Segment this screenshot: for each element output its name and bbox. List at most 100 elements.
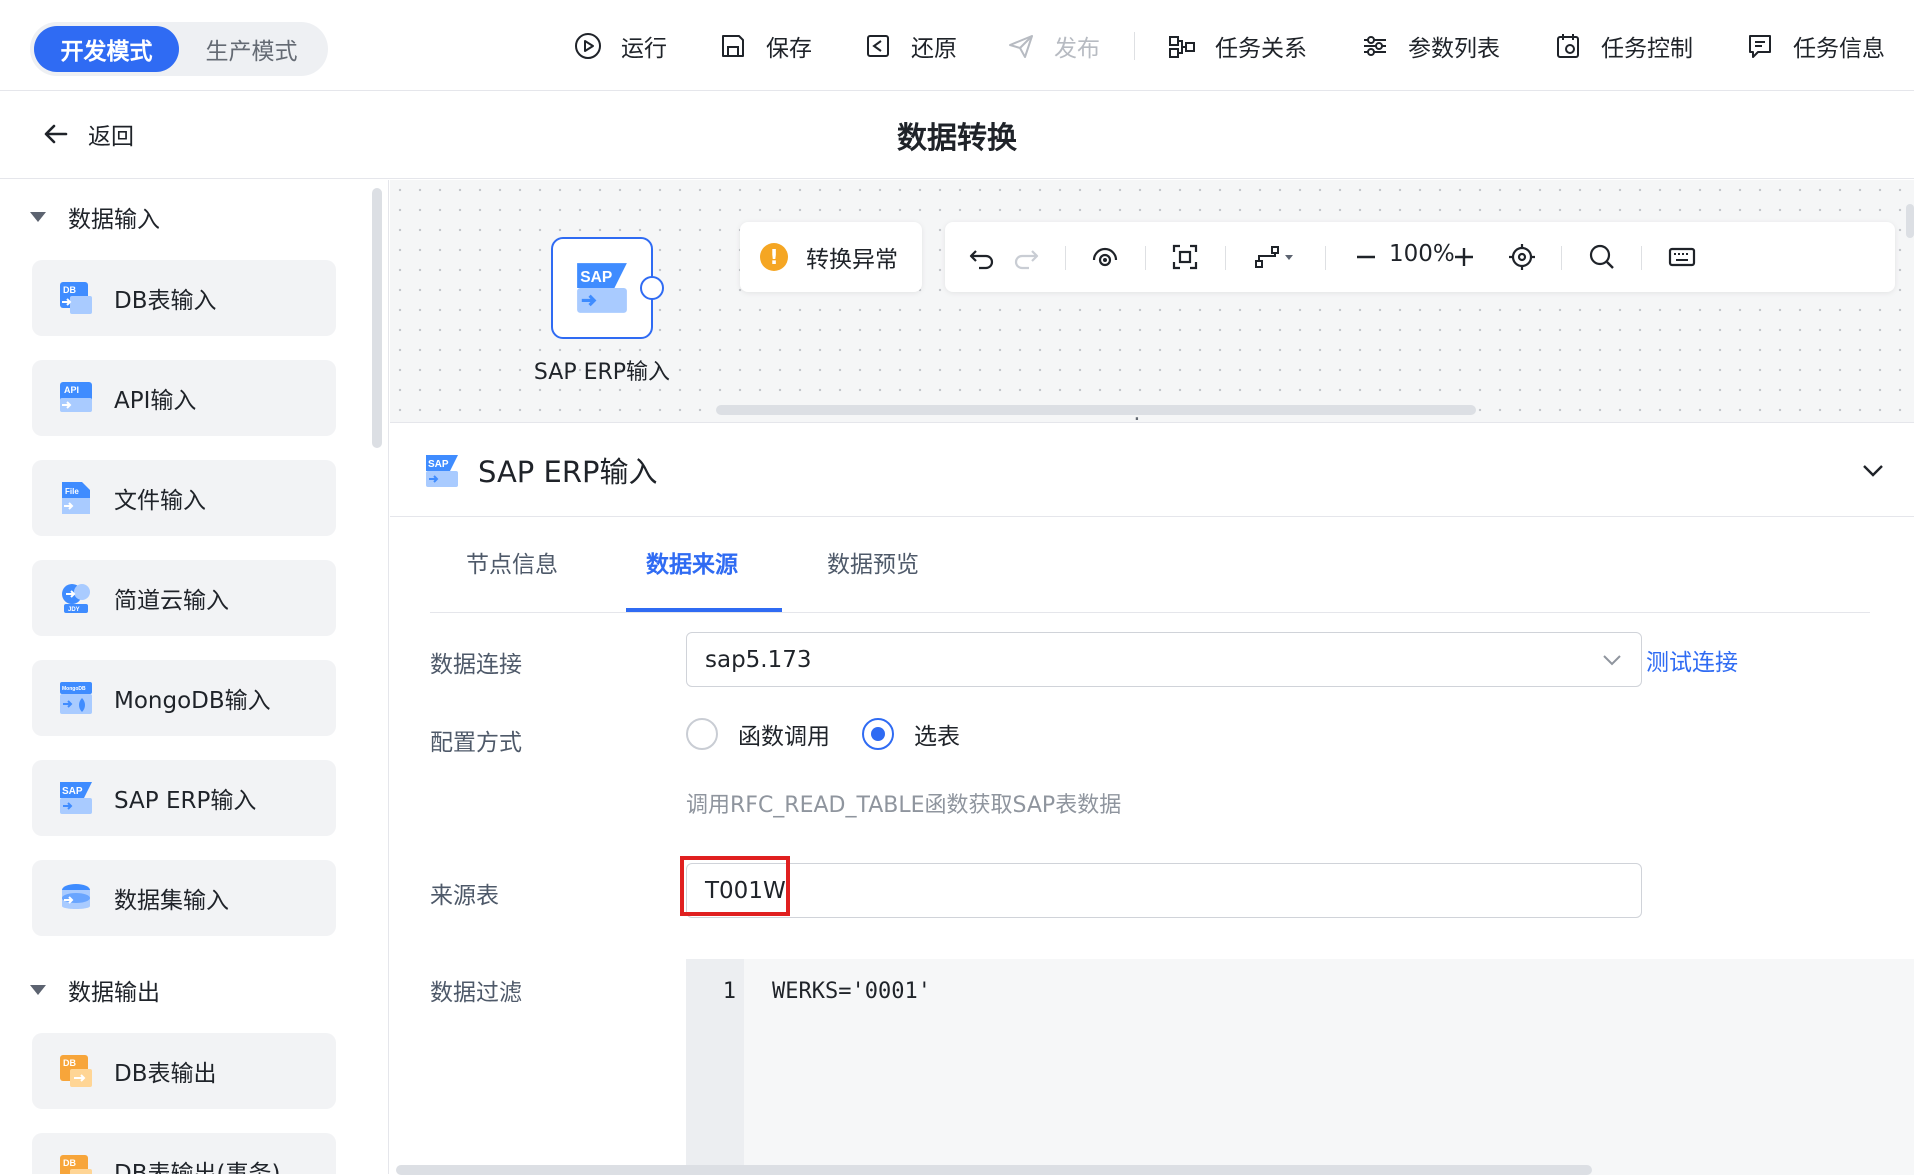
toolbar-divider [1561, 246, 1562, 270]
sidebar-item-label: DB表输入 [114, 288, 217, 314]
toolbar-divider [1325, 246, 1326, 270]
redo-icon[interactable] [1011, 242, 1041, 272]
sidebar-item-db-input[interactable]: DB DB表输入 [32, 260, 336, 336]
chevron-down-icon [1603, 655, 1621, 666]
sidebar-item-mongodb-input[interactable]: MongoDB MongoDB输入 [32, 660, 336, 736]
param-list-button[interactable]: 参数列表 [1360, 26, 1500, 66]
source-table-input[interactable]: T001W [686, 863, 1642, 918]
page-header: 返回 数据转换 [0, 91, 1914, 179]
db-output-icon: DB [60, 1055, 92, 1087]
canvas-vertical-scrollbar[interactable] [1906, 204, 1914, 238]
conversion-error-badge[interactable]: ! 转换异常 [740, 222, 922, 292]
restore-button[interactable]: 还原 [863, 26, 957, 66]
zoom-level: 100% [1389, 241, 1455, 267]
node-label: SAP ERP输入 [533, 360, 671, 385]
mode-switch: 开发模式 生产模式 [30, 22, 328, 76]
play-icon [575, 33, 601, 59]
code-line: WERKS='0001' [772, 979, 931, 1004]
radio-select-table[interactable]: 选表 [862, 717, 960, 751]
group-data-output[interactable]: 数据输出 [30, 973, 160, 1007]
locate-icon[interactable] [1507, 242, 1537, 272]
chevron-down-icon[interactable] [1860, 457, 1886, 483]
sidebar-scrollbar[interactable] [372, 188, 382, 448]
tab-data-source[interactable]: 数据来源 [646, 545, 738, 579]
sidebar-item-label: DB表输出 [114, 1061, 217, 1087]
sidebar-item-sap-input[interactable]: SAP SAP ERP输入 [32, 760, 336, 836]
toolbar-divider [1641, 246, 1642, 270]
keyboard-icon[interactable] [1667, 242, 1697, 272]
sidebar-item-label: 文件输入 [114, 488, 206, 514]
connector-style-icon[interactable] [1253, 242, 1297, 272]
task-control-label: 任务控制 [1601, 36, 1693, 62]
fit-view-icon[interactable] [1170, 242, 1200, 272]
canvas-toolbar: 100% [945, 222, 1895, 292]
cloud-input-icon: JDY [62, 584, 90, 613]
tab-node-info[interactable]: 节点信息 [466, 545, 558, 579]
relation-icon [1169, 36, 1195, 58]
svg-text:MongoDB: MongoDB [62, 686, 86, 692]
task-relation-button[interactable]: 任务关系 [1167, 26, 1307, 66]
svg-text:File: File [65, 487, 79, 496]
restore-label: 还原 [911, 36, 957, 62]
sap-input-icon: SAP [60, 782, 92, 814]
db-input-icon: DB [60, 282, 92, 314]
sidebar-item-dataset-input[interactable]: 数据集输入 [32, 860, 336, 936]
highlight-box [680, 856, 790, 916]
sidebar-item-file-input[interactable]: File 文件输入 [32, 460, 336, 536]
filter-code-editor[interactable]: 1 WERKS='0001' [686, 959, 1914, 1175]
group-label: 数据输出 [68, 980, 160, 1006]
mode-dev-button[interactable]: 开发模式 [34, 26, 179, 72]
node-output-port[interactable] [640, 276, 664, 300]
svg-text:JDY: JDY [68, 607, 80, 613]
connection-value: sap5.173 [705, 646, 812, 673]
sidebar-item-api-input[interactable]: API API输入 [32, 360, 336, 436]
radio-label: 函数调用 [738, 724, 830, 750]
radio-function-call[interactable]: 函数调用 [686, 717, 830, 751]
panel-tabs: 节点信息 数据来源 数据预览 [430, 517, 1870, 613]
sidebar-item-db-output-tx[interactable]: DB DB表输出(事务) [32, 1133, 336, 1174]
canvas-horizontal-scrollbar[interactable] [716, 405, 1476, 415]
db-output-tx-icon: DB [60, 1155, 92, 1174]
sidebar-item-jdy-input[interactable]: JDY 简道云输入 [32, 560, 336, 636]
group-label: 数据输入 [68, 207, 160, 233]
preview-eye-icon[interactable] [1090, 242, 1120, 272]
run-label: 运行 [621, 36, 667, 62]
run-button[interactable]: 运行 [573, 26, 667, 66]
dataset-input-icon [62, 884, 90, 909]
publish-label: 发布 [1054, 36, 1100, 62]
group-data-input[interactable]: 数据输入 [30, 200, 160, 234]
sidebar-item-db-output[interactable]: DB DB表输出 [32, 1033, 336, 1109]
radio-label: 选表 [914, 724, 960, 750]
task-control-button[interactable]: 任务控制 [1553, 26, 1693, 66]
connection-select[interactable]: sap5.173 [686, 632, 1642, 687]
flow-canvas[interactable]: SAP SAP ERP输入 ! 转换异常 100% [390, 180, 1914, 422]
config-mode-label: 配置方式 [430, 730, 522, 756]
svg-text:SAP: SAP [428, 459, 449, 470]
radio-unchecked [686, 718, 718, 750]
connection-label: 数据连接 [430, 652, 522, 678]
publish-button[interactable]: 发布 [1006, 26, 1100, 66]
source-table-label: 来源表 [430, 883, 499, 909]
panel-header: SAP SAP ERP输入 [390, 423, 1914, 517]
zoom-out-icon[interactable] [1351, 242, 1381, 272]
svg-text:API: API [64, 385, 79, 395]
zoom-in-icon[interactable] [1449, 242, 1479, 272]
mode-prod-button[interactable]: 生产模式 [179, 26, 324, 72]
sidebar-item-label: DB表输出(事务) [114, 1161, 281, 1174]
sap-erp-node[interactable]: SAP [551, 237, 653, 339]
param-list-label: 参数列表 [1408, 36, 1500, 62]
search-icon[interactable] [1587, 242, 1617, 272]
top-toolbar: 开发模式 生产模式 运行 保存 还原 发布 任务关系 参数列表 任务控制 任务信… [0, 0, 1914, 91]
caret-down-icon [30, 985, 46, 995]
sidebar-item-label: API输入 [114, 388, 197, 414]
test-connection-link[interactable]: 测试连接 [1646, 643, 1738, 677]
undo-icon[interactable] [967, 242, 997, 272]
save-button[interactable]: 保存 [718, 26, 812, 66]
sidebar-item-label: SAP ERP输入 [114, 788, 257, 814]
sidebar-item-label: 简道云输入 [114, 588, 229, 614]
tab-data-preview[interactable]: 数据预览 [827, 545, 919, 579]
task-info-label: 任务信息 [1793, 36, 1885, 62]
task-control-icon [1557, 34, 1579, 58]
line-gutter: 1 [686, 959, 744, 1175]
task-info-button[interactable]: 任务信息 [1745, 26, 1885, 66]
